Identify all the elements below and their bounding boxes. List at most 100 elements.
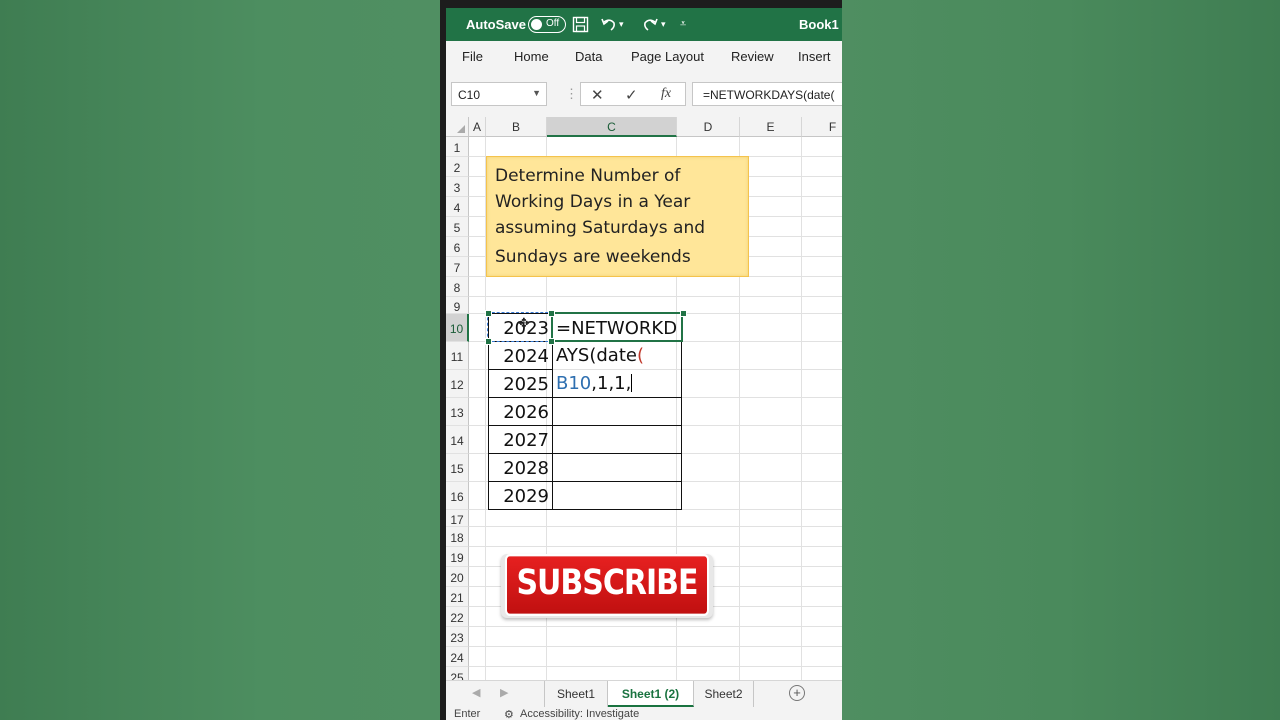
- row-header-25[interactable]: 25: [446, 667, 469, 680]
- worksheet-grid[interactable]: A B C D E F 1 2 3 4 5 6 7 8 9 10 11 12 13 14 15 16 17 18 1…: [446, 117, 842, 680]
- column-header-e[interactable]: E: [740, 117, 802, 137]
- grid-column-line: [801, 137, 802, 680]
- save-icon[interactable]: [572, 16, 589, 37]
- year-cell[interactable]: 2027: [488, 425, 552, 453]
- undo-icon[interactable]: [600, 16, 617, 37]
- year-cell[interactable]: 2028: [488, 453, 552, 481]
- tab-data[interactable]: Data: [575, 49, 602, 64]
- formula-fragment: AYS(date: [556, 345, 637, 366]
- row-header-24[interactable]: 24: [446, 647, 469, 667]
- name-box-value: C10: [458, 88, 481, 102]
- column-header-d[interactable]: D: [677, 117, 740, 137]
- select-all-corner[interactable]: [446, 117, 469, 137]
- row-header-15[interactable]: 15: [446, 454, 469, 482]
- sheet-tab-sheet2[interactable]: Sheet2: [694, 681, 754, 707]
- undo-dropdown-icon[interactable]: ▾: [619, 16, 624, 33]
- formula-input[interactable]: =NETWORKDAYS(date(: [692, 82, 842, 106]
- tab-home[interactable]: Home: [514, 49, 549, 64]
- row-header-3[interactable]: 3: [446, 177, 469, 197]
- row-header-18[interactable]: 18: [446, 527, 469, 547]
- formula-cell-line3[interactable]: B10,1,1,: [552, 369, 682, 397]
- row-header-12[interactable]: 12: [446, 370, 469, 398]
- row-header-19[interactable]: 19: [446, 547, 469, 567]
- name-box[interactable]: C10 ▼: [451, 82, 547, 106]
- year-cell[interactable]: 2024: [488, 341, 552, 369]
- autosave-toggle[interactable]: Off: [528, 16, 566, 33]
- year-cell[interactable]: 2029: [488, 481, 552, 509]
- selection-handle[interactable]: [548, 310, 555, 317]
- toggle-knob: [531, 19, 542, 30]
- row-header-9[interactable]: 9: [446, 297, 469, 314]
- subscribe-label: SUBSCRIBE: [505, 553, 709, 617]
- note-line: Sundays are weekends: [495, 247, 691, 267]
- tab-review[interactable]: Review: [731, 49, 774, 64]
- select-all-icon: [457, 125, 465, 133]
- row-header-16[interactable]: 16: [446, 482, 469, 510]
- autosave-state: Off: [546, 18, 560, 29]
- row-header-8[interactable]: 8: [446, 277, 469, 297]
- cell-reference: B10: [556, 373, 592, 394]
- scroll-right-icon[interactable]: ▶: [500, 686, 508, 699]
- tab-page-layout[interactable]: Page Layout: [631, 49, 704, 64]
- empty-cell[interactable]: [552, 481, 682, 509]
- row-header-20[interactable]: 20: [446, 567, 469, 587]
- tab-file[interactable]: File: [462, 49, 483, 64]
- formula-cell-line2[interactable]: AYS(date(: [552, 341, 682, 369]
- selection-handle[interactable]: [680, 310, 687, 317]
- sheet-tab-sheet1[interactable]: Sheet1: [544, 681, 608, 707]
- row-header-5[interactable]: 5: [446, 217, 469, 237]
- add-sheet-button[interactable]: +: [789, 685, 805, 701]
- scroll-left-icon[interactable]: ◀: [472, 686, 480, 699]
- row-header-10[interactable]: 10: [446, 314, 469, 342]
- column-header-c[interactable]: C: [547, 117, 677, 137]
- row-header-22[interactable]: 22: [446, 607, 469, 627]
- enter-button[interactable]: ✓: [625, 86, 638, 104]
- row-header-11[interactable]: 11: [446, 342, 469, 370]
- column-header-b[interactable]: B: [486, 117, 547, 137]
- instruction-note: Determine Number of Working Days in a Ye…: [486, 156, 749, 277]
- row-header-6[interactable]: 6: [446, 237, 469, 257]
- tab-insert[interactable]: Insert: [798, 49, 831, 64]
- row-header-17[interactable]: 17: [446, 510, 469, 527]
- row-header-23[interactable]: 23: [446, 627, 469, 647]
- title-bar: AutoSave Off ▾ ▾ ⩡ Book1: [446, 8, 842, 41]
- grid-row-line: [469, 296, 842, 297]
- empty-cell[interactable]: [552, 397, 682, 425]
- selection-handle[interactable]: [548, 338, 555, 345]
- chevron-down-icon[interactable]: ▼: [532, 88, 541, 98]
- year-cell[interactable]: 2025: [488, 369, 552, 397]
- cancel-button[interactable]: ✕: [591, 86, 604, 104]
- active-cell-border: [551, 312, 683, 342]
- document-title: Book1: [799, 17, 839, 32]
- insert-function-button[interactable]: fx: [661, 86, 671, 102]
- redo-icon[interactable]: [642, 16, 659, 37]
- row-header-1[interactable]: 1: [446, 137, 469, 157]
- sheet-tab-sheet1-2[interactable]: Sheet1 (2): [608, 681, 694, 707]
- device-top-edge: [440, 0, 842, 8]
- row-header-14[interactable]: 14: [446, 426, 469, 454]
- grid-row-line: [469, 626, 842, 627]
- row-header-4[interactable]: 4: [446, 197, 469, 217]
- row-header-13[interactable]: 13: [446, 398, 469, 426]
- grid-row-line: [469, 646, 842, 647]
- selection-handle[interactable]: [485, 338, 492, 345]
- empty-cell[interactable]: [552, 453, 682, 481]
- year-cell[interactable]: 2026: [488, 397, 552, 425]
- accessibility-icon[interactable]: ⚙: [504, 708, 514, 720]
- empty-cell[interactable]: [552, 425, 682, 453]
- column-header-a[interactable]: A: [469, 117, 486, 137]
- note-line: assuming Saturdays and: [495, 218, 706, 238]
- customize-icon[interactable]: ⩡: [680, 16, 686, 33]
- row-header-21[interactable]: 21: [446, 587, 469, 607]
- table-bottom-border: [488, 509, 682, 510]
- row-header-7[interactable]: 7: [446, 257, 469, 277]
- selection-handle[interactable]: [485, 310, 492, 317]
- redo-dropdown-icon[interactable]: ▾: [661, 16, 666, 33]
- subscribe-button[interactable]: SUBSCRIBE: [501, 553, 713, 618]
- ribbon-tabs: File Home Data Page Layout Review Insert: [446, 41, 842, 73]
- column-header-f[interactable]: F: [802, 117, 842, 137]
- grid-row-line: [469, 526, 842, 527]
- row-header-2[interactable]: 2: [446, 157, 469, 177]
- status-mode: Enter: [454, 708, 481, 720]
- accessibility-status[interactable]: Accessibility: Investigate: [520, 708, 639, 720]
